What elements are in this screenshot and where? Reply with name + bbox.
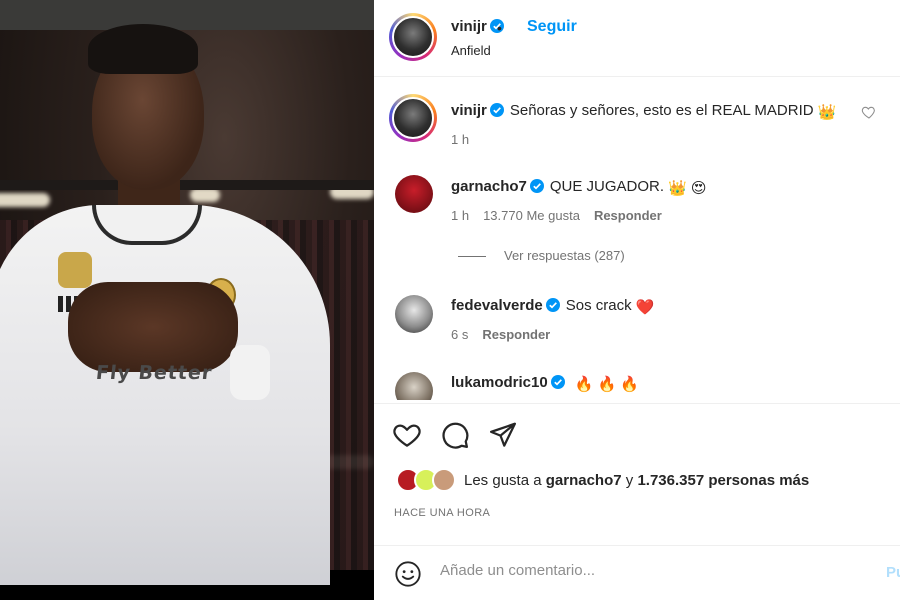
comment-time: 1 h xyxy=(451,208,470,223)
share-icon[interactable] xyxy=(488,420,518,450)
caption-like-icon[interactable] xyxy=(861,104,877,120)
caption-username[interactable]: vinijr xyxy=(451,102,504,119)
comment-input[interactable] xyxy=(440,562,820,579)
post-panel: vinijr • Seguir Anfield vinijr Señoras y … xyxy=(374,0,900,600)
heart-emoji: ❤️ xyxy=(635,299,655,316)
player-hair xyxy=(88,24,198,74)
comment-lukamodric10: lukamodric10 🔥 🔥 🔥 xyxy=(451,374,639,393)
post-location[interactable]: Anfield xyxy=(451,43,491,58)
comment-clip: lukamodric10 🔥 🔥 🔥 xyxy=(374,362,900,400)
comment-avatar-garnacho7[interactable] xyxy=(395,175,433,213)
reply-button[interactable]: Responder xyxy=(594,208,662,223)
liker-avatar xyxy=(432,468,456,492)
caption-time: 1 h xyxy=(451,132,470,147)
comment-emoji: 👑 😍 xyxy=(668,180,707,197)
separator-dot: • xyxy=(497,20,502,36)
likers-avatars xyxy=(396,468,462,494)
header-divider xyxy=(374,76,900,77)
player-hands xyxy=(68,282,238,372)
comment-username[interactable]: lukamodric10 xyxy=(451,374,565,391)
author-username[interactable]: vinijr xyxy=(451,18,504,35)
fire-emoji: 🔥 🔥 🔥 xyxy=(574,376,640,393)
emoji-picker-icon[interactable] xyxy=(394,560,422,588)
comment-fedevalverde: fedevalverde Sos crack ❤️ xyxy=(451,297,655,316)
stand-edge xyxy=(0,180,374,190)
liker-username[interactable]: garnacho7 xyxy=(546,472,622,489)
comment-icon[interactable] xyxy=(440,420,470,450)
comment-meta: 6 s Responder xyxy=(451,327,564,342)
replies-dash xyxy=(458,256,486,258)
likes-text: Les gusta a garnacho7 y 1.736.357 person… xyxy=(464,472,810,489)
verified-icon xyxy=(545,298,560,312)
actions-divider xyxy=(374,403,900,404)
likes-count[interactable]: 1.736.357 personas más xyxy=(637,472,809,489)
stadium-roof xyxy=(0,0,374,30)
comment-likes[interactable]: 13.770 Me gusta xyxy=(483,208,580,223)
comment-username[interactable]: garnacho7 xyxy=(451,178,544,195)
caption-avatar[interactable] xyxy=(389,94,437,142)
wrist-tape xyxy=(230,345,270,400)
post-comment-button[interactable]: Publicar xyxy=(886,564,900,581)
verified-icon xyxy=(489,103,504,117)
reply-button[interactable]: Responder xyxy=(482,327,550,342)
heart-icon[interactable] xyxy=(392,420,422,450)
verified-icon xyxy=(550,375,565,389)
author-avatar[interactable] xyxy=(389,13,437,61)
follow-button[interactable]: Seguir xyxy=(527,18,577,36)
comment-time: 6 s xyxy=(451,327,469,342)
comment-meta: 1 h 13.770 Me gusta Responder xyxy=(451,208,676,223)
post-timestamp[interactable]: HACE UNA HORA xyxy=(394,507,490,519)
caption-text: vinijr Señoras y señores, esto es el REAL… xyxy=(451,102,837,121)
champions-badge xyxy=(58,252,92,288)
player-jersey xyxy=(0,205,330,585)
crown-emoji: 👑 xyxy=(817,104,837,121)
verified-icon xyxy=(529,179,544,193)
comment-bar: Publicar xyxy=(374,546,900,600)
comment-garnacho7: garnacho7 QUE JUGADOR. 👑 😍 xyxy=(451,178,707,197)
comment-avatar-lukamodric10[interactable] xyxy=(395,372,433,400)
view-replies-button[interactable]: Ver respuestas (287) xyxy=(458,248,625,263)
comment-username[interactable]: fedevalverde xyxy=(451,297,560,314)
post-image[interactable]: Fly Better xyxy=(0,0,374,600)
jersey-sponsor: Fly Better xyxy=(94,362,214,384)
caption-meta: 1 h xyxy=(451,132,483,147)
comment-avatar-fedevalverde[interactable] xyxy=(395,295,433,333)
stadium-light xyxy=(0,193,50,207)
stadium-light xyxy=(190,188,220,202)
